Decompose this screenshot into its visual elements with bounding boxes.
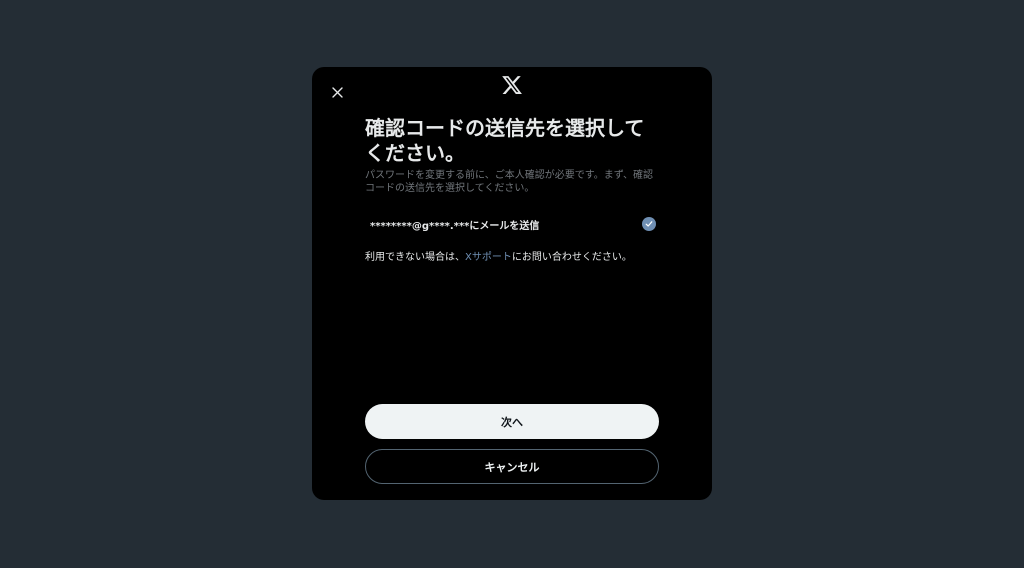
- password-reset-dialog: 確認コードの送信先を選択してください。 パスワードを変更する前に、ご本人確認が必…: [312, 67, 712, 500]
- close-button[interactable]: [320, 75, 354, 109]
- x-support-link[interactable]: Xサポート: [465, 252, 512, 263]
- close-icon: [331, 86, 343, 98]
- dialog-title: 確認コードの送信先を選択してください。: [365, 116, 645, 165]
- check-circle-icon[interactable]: [642, 217, 656, 231]
- dialog-subtitle: パスワードを変更する前に、ご本人確認が必要です。まず、確認コードの送信先を選択し…: [365, 170, 653, 194]
- next-button-label: 次へ: [501, 415, 523, 429]
- help-text-prefix: 利用できない場合は、: [365, 252, 465, 263]
- cancel-button[interactable]: キャンセル: [365, 449, 659, 484]
- next-button[interactable]: 次へ: [365, 404, 659, 439]
- help-text-suffix: にお問い合わせください。: [511, 252, 632, 263]
- email-option[interactable]: ********@g****.***にメールを送信: [365, 213, 659, 235]
- help-text: 利用できない場合は、Xサポートにお問い合わせください。: [365, 251, 665, 265]
- cancel-button-label: キャンセル: [484, 460, 540, 474]
- dialog-body: 確認コードの送信先を選択してください。 パスワードを変更する前に、ご本人確認が必…: [365, 116, 659, 195]
- x-logo-icon: [502, 76, 522, 94]
- email-option-label: ********@g****.***にメールを送信: [370, 220, 540, 232]
